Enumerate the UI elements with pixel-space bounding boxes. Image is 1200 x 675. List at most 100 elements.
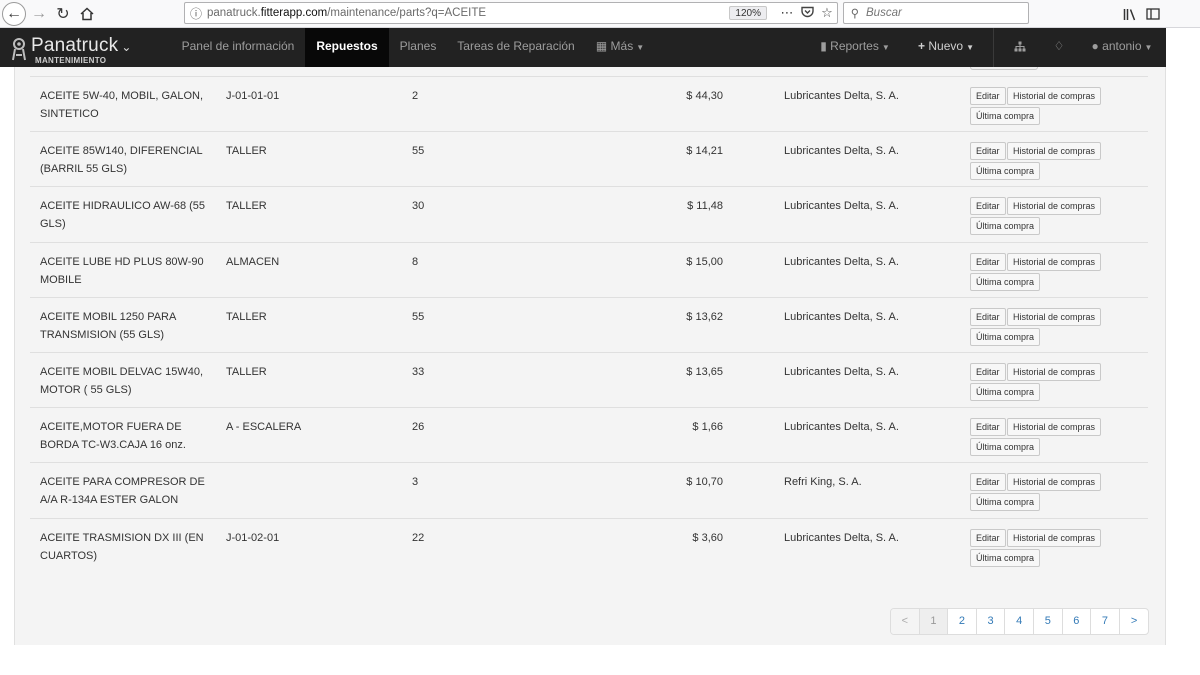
table-row: ACEITE PARA COMPRESOR DE A/A R-134A ESTE… [30,462,1148,517]
pagination-page-7[interactable]: 7 [1091,609,1120,634]
browser-search-bar[interactable]: ⚲ [843,2,1029,24]
pagination-page-2[interactable]: 2 [948,609,977,634]
nav-sitemap[interactable] [1004,28,1036,67]
reload-button[interactable]: ↻ [52,3,74,25]
url-domain: fitterapp.com [260,7,328,19]
part-supplier: Lubricantes Delta, S. A. [784,200,899,213]
pagination-prev-button[interactable]: < [891,609,920,634]
info-icon[interactable]: ⓘ [185,5,207,22]
purchase-history-button[interactable]: Historial de compras [1007,363,1102,381]
pagination-page-1[interactable]: 1 [919,609,949,634]
last-purchase-button[interactable]: Última compra [970,493,1041,512]
nav-panel[interactable]: Panel de información [172,28,304,67]
table-row: ACEITE 85W140, DIFERENCIAL (BARRIL 55 GL… [30,131,1148,186]
part-price: $ 44,30 [686,90,723,102]
part-quantity: 8 [412,255,419,268]
last-purchase-button[interactable]: Última compra [970,272,1041,291]
sidebar-icon[interactable] [1143,4,1163,24]
part-name: ACEITE PARA COMPRESOR DE A/A R-134A ESTE… [40,476,205,507]
url-text[interactable]: panatruck.fitterapp.com/maintenance/part… [207,7,729,19]
url-bar[interactable]: ⓘ panatruck.fitterapp.com/maintenance/pa… [184,2,838,24]
nav-mas-label: Más [610,39,634,53]
part-supplier: Refri King, S. A. [784,476,862,489]
pagination-page-3[interactable]: 3 [977,609,1006,634]
nav-user-menu[interactable]: ● antonio ▼ [1082,28,1162,67]
pagination-next-button[interactable]: > [1120,609,1149,634]
purchase-history-button[interactable]: Historial de compras [1007,252,1102,271]
part-location: A - ESCALERA [226,421,302,434]
caret-down-icon: ▼ [881,43,890,52]
part-quantity: 55 [412,145,425,158]
edit-button[interactable]: Editar [970,473,1006,492]
purchase-history-button[interactable]: Historial de compras [1007,197,1102,216]
nav-mas[interactable]: ▦ Más ▼ [590,28,650,67]
bookmark-star-icon[interactable]: ☆ [817,5,837,21]
last-purchase-button[interactable]: Última compra [970,107,1041,125]
nav-reportes[interactable]: ▮ Reportes ▼ [812,28,898,67]
url-path: /maintenance/parts?q=ACEITE [327,7,487,19]
purchase-history-button[interactable]: Historial de compras [1007,142,1102,161]
edit-button[interactable]: Editar [970,528,1006,547]
brand-name: Panatruck ⌄ [31,35,132,57]
nav-repuestos[interactable]: Repuestos [305,28,389,67]
part-quantity: 26 [412,421,425,434]
table-row: ACEITE MOBIL 1250 PARA TRANSMISION (55 G… [30,296,1148,352]
last-purchase-button[interactable]: Última compra [970,383,1041,401]
previous-row-button-edge [970,67,1038,70]
edit-button[interactable]: Editar [970,363,1006,381]
nav-notifications[interactable]: ♢ [1044,28,1074,67]
part-location: TALLER [226,366,267,378]
part-price: $ 15,00 [686,255,723,268]
purchase-history-button[interactable]: Historial de compras [1007,418,1102,437]
nav-nuevo[interactable]: + Nuevo ▼ [906,28,986,67]
brand-text: Panatruck [31,35,119,56]
part-supplier: Lubricantes Delta, S. A. [784,366,899,378]
zoom-level-badge[interactable]: 120% [729,6,767,20]
book-icon: ▮ [820,39,827,53]
url-prefix: panatruck. [207,7,261,19]
back-button[interactable]: ← [2,2,26,26]
nav-planes[interactable]: Planes [392,28,444,67]
edit-button[interactable]: Editar [970,418,1006,437]
last-purchase-button[interactable]: Última compra [970,438,1041,457]
part-quantity: 22 [412,531,425,544]
edit-button[interactable]: Editar [970,87,1006,105]
table-row: ACEITE TRASMISION DX III (EN CUARTOS) J-0… [30,517,1148,573]
part-supplier: Lubricantes Delta, S. A. [784,255,899,268]
purchase-history-button[interactable]: Historial de compras [1007,528,1102,547]
nav-nuevo-label: Nuevo [928,39,964,53]
brand-subtitle: MANTENIMIENTO [35,56,107,65]
brand-link[interactable]: Panatruck ⌄ MANTENIMIENTO [10,30,131,66]
library-icon[interactable] [1120,4,1140,24]
home-button[interactable] [76,3,98,25]
part-price: $ 11,48 [687,200,723,213]
table-row: ACEITE LUBE HD PLUS 80W-90 MOBILE ALMACEN… [30,241,1148,297]
edit-button[interactable]: Editar [970,252,1006,271]
part-name: ACEITE MOBIL DELVAC 15W40, MOTOR ( 55 GL… [40,366,204,396]
part-name: ACEITE LUBE HD PLUS 80W-90 MOBILE [40,255,204,286]
plus-icon: + [918,39,926,53]
pocket-icon[interactable] [797,6,817,21]
pagination-page-6[interactable]: 6 [1063,609,1092,634]
purchase-history-button[interactable]: Historial de compras [1007,307,1102,326]
part-location: ALMACEN [226,255,280,268]
last-purchase-button[interactable]: Última compra [970,162,1041,181]
page-actions-icon[interactable]: ⋯ [777,5,797,21]
last-purchase-button[interactable]: Última compra [970,548,1041,567]
sitemap-icon [1014,41,1026,52]
last-purchase-button[interactable]: Última compra [970,217,1041,236]
edit-button[interactable]: Editar [970,142,1006,161]
edit-button[interactable]: Editar [970,307,1006,326]
nav-user-label: antonio [1102,39,1142,53]
arrow-left-icon: ← [6,5,22,22]
purchase-history-button[interactable]: Historial de compras [1007,87,1102,105]
purchase-history-button[interactable]: Historial de compras [1007,473,1102,492]
part-location: J-01-02-01 [226,531,280,544]
forward-button[interactable]: → [28,3,50,25]
last-purchase-button[interactable]: Última compra [970,327,1041,346]
browser-search-input[interactable] [866,7,1016,19]
edit-button[interactable]: Editar [970,197,1006,216]
pagination-page-4[interactable]: 4 [1005,609,1034,634]
pagination-page-5[interactable]: 5 [1034,609,1063,634]
nav-tareas[interactable]: Tareas de Reparación [452,28,580,67]
